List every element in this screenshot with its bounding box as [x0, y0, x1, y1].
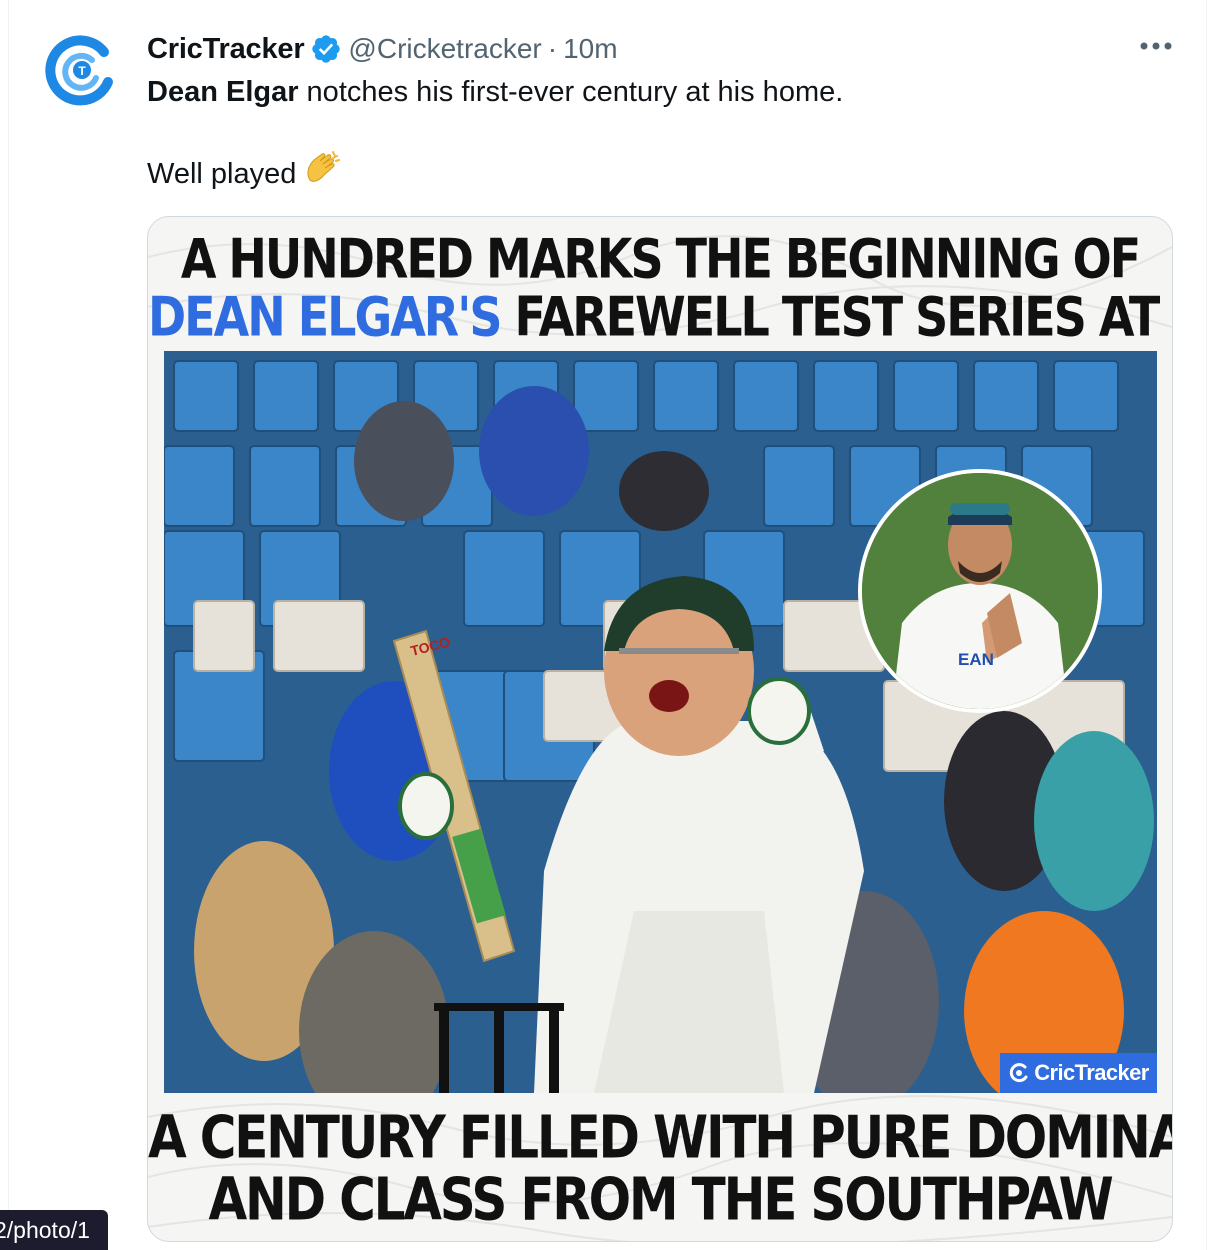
timeline-divider-left [8, 0, 9, 1250]
tweet-line-1-rest: notches his first-ever century at his ho… [298, 76, 844, 108]
tweet-text-line-2: Well played [147, 150, 1147, 201]
clapping-hands-icon [302, 150, 341, 201]
media-bottom-line-1: A CENTURY FILLED WITH PURE DOMINATION [148, 1103, 1172, 1172]
status-url-text: 2/photo/1 [0, 1217, 90, 1243]
tweet-text-line-1: Dean Elgar notches his first-ever centur… [147, 70, 1147, 114]
crictracker-watermark: CricTracker [1000, 1053, 1157, 1093]
svg-text:T: T [78, 64, 86, 78]
media-headline-line-2-rest: FAREWELL TEST SERIES AT HIS HOME [514, 285, 1172, 349]
verified-badge-icon [312, 35, 341, 63]
timeline-divider-right [1206, 0, 1207, 1250]
media-headline-accent: DEAN ELGAR'S [148, 285, 502, 349]
author-display-name[interactable]: CricTracker [147, 33, 305, 66]
crictracker-logo-icon: T [42, 30, 122, 110]
tweet-text: Dean Elgar notches his first-ever centur… [147, 70, 1147, 201]
media-headline-line-1: A HUNDRED MARKS THE BEGINNING OF [180, 227, 1141, 291]
more-options-button[interactable] [1132, 28, 1180, 64]
stadium-photo: TOCO [164, 351, 1157, 1093]
author-handle[interactable]: @Cricketracker [348, 33, 541, 65]
tweet-timestamp[interactable]: 10m [563, 33, 617, 65]
tweet-media-card[interactable]: A HUNDRED MARKS THE BEGINNING OF DEAN EL… [147, 216, 1173, 1242]
tweet-header: CricTracker @Cricketracker · 10m [147, 30, 618, 68]
crictracker-watermark-icon [1010, 1063, 1028, 1083]
media-bottom-line-2: AND CLASS FROM THE SOUTHPAW [208, 1165, 1113, 1234]
media-headline-line-2: DEAN ELGAR'S FAREWELL TEST SERIES AT HIS… [148, 285, 1172, 349]
more-horizontal-icon [1140, 42, 1172, 50]
tweet-bold-name: Dean Elgar [147, 76, 299, 108]
inset-player-image: EAN [862, 473, 1098, 709]
inset-player-photo: EAN [858, 469, 1102, 713]
author-avatar[interactable]: T [42, 30, 122, 110]
inset-jersey-text: EAN [958, 650, 994, 669]
tweet-line-2-text: Well played [147, 158, 297, 191]
watermark-text: CricTracker [1034, 1060, 1149, 1085]
meta-separator: · [547, 33, 558, 64]
media-photo: TOCO EAN CricTracker [164, 351, 1157, 1093]
status-url-tooltip: 2/photo/1 [0, 1210, 108, 1250]
